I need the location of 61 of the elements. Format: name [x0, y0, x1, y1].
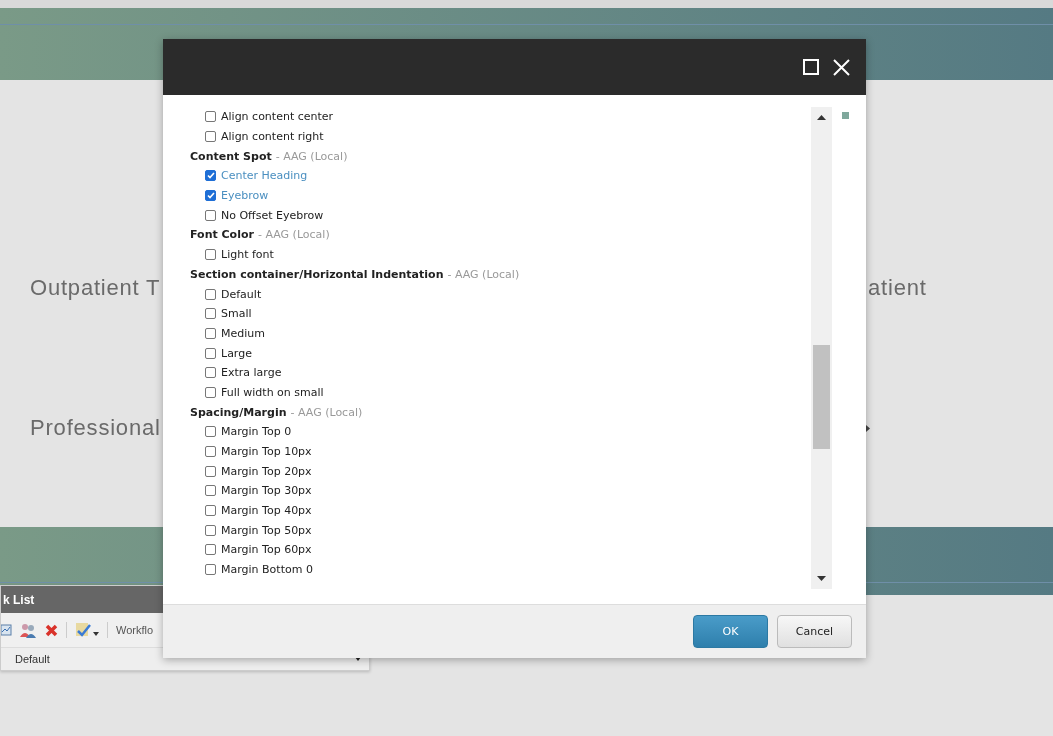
checkbox-label[interactable]: Light font	[221, 248, 274, 262]
checkbox-label[interactable]: No Offset Eyebrow	[221, 208, 324, 222]
checkbox[interactable]	[205, 249, 216, 261]
checkbox[interactable]	[205, 170, 216, 182]
ok-button[interactable]: OK	[693, 615, 768, 648]
maximize-icon[interactable]	[803, 59, 819, 75]
close-icon[interactable]	[833, 58, 850, 76]
users-icon[interactable]	[20, 622, 37, 638]
chart-icon[interactable]	[1, 624, 12, 636]
checkbox-label[interactable]: Margin Top 40px	[221, 504, 312, 518]
group-heading: Font Color - AAG (Local)	[190, 227, 331, 244]
section-heading: Outpatient T	[30, 275, 161, 301]
checkbox-label[interactable]: Eyebrow	[221, 189, 269, 203]
checkbox[interactable]	[205, 308, 216, 320]
checkbox[interactable]	[205, 347, 216, 359]
scrollbar[interactable]	[811, 107, 832, 589]
panel-title: k List	[3, 592, 35, 607]
square-icon	[842, 112, 849, 119]
checkbox-label[interactable]: Margin Top 20px	[221, 464, 312, 478]
checklist-icon[interactable]	[75, 622, 99, 638]
checkbox-label[interactable]: Default	[221, 287, 262, 301]
checkbox[interactable]	[205, 367, 216, 379]
checkbox[interactable]	[205, 465, 216, 477]
checkbox[interactable]	[205, 485, 216, 497]
group-heading: Spacing/Margin - AAG (Local)	[190, 404, 364, 421]
checkbox[interactable]	[205, 524, 216, 536]
checkbox-label[interactable]: Margin Bottom 0	[221, 563, 313, 577]
checkbox[interactable]	[205, 544, 216, 556]
checkbox-label[interactable]: Large	[221, 346, 252, 360]
section-heading: Professional	[30, 415, 161, 441]
checkbox[interactable]	[205, 505, 216, 517]
checkbox[interactable]	[205, 426, 216, 438]
group-heading: Section container/Horizontal Indentation - AAG (Local)	[190, 266, 521, 283]
checkbox-label[interactable]: Align content right	[221, 130, 324, 144]
checkbox-label[interactable]: Margin Top 50px	[221, 523, 312, 537]
checkbox-label[interactable]: Margin Top 30px	[221, 484, 312, 498]
checkbox[interactable]	[205, 386, 216, 398]
checkbox-label[interactable]: Full width on small	[221, 385, 324, 399]
checkbox-label[interactable]: Margin Top 10px	[221, 445, 312, 459]
checkbox[interactable]	[205, 327, 216, 339]
checkbox-label[interactable]: Extra large	[221, 366, 282, 380]
checkbox[interactable]	[205, 131, 216, 143]
checkbox[interactable]	[205, 111, 216, 123]
checkbox[interactable]	[205, 288, 216, 300]
checkbox[interactable]	[205, 446, 216, 458]
group-heading: Content Spot - AAG (Local)	[190, 148, 349, 165]
checkbox[interactable]	[205, 564, 216, 576]
checkbox-label[interactable]: Center Heading	[221, 169, 308, 183]
scroll-up-icon[interactable]	[817, 115, 826, 120]
checkbox-label[interactable]: Margin Top 60px	[221, 543, 312, 557]
checkbox[interactable]	[205, 190, 216, 202]
delete-icon[interactable]	[45, 623, 58, 637]
checkbox-label[interactable]: Small	[221, 307, 252, 321]
checkbox-label[interactable]: Align content center	[221, 110, 334, 124]
scroll-thumb[interactable]	[813, 345, 830, 449]
section-heading: atient	[868, 275, 927, 301]
cancel-button[interactable]: Cancel	[777, 615, 852, 648]
workflow-label[interactable]: Workflo	[116, 624, 154, 636]
checkbox-label[interactable]: Margin Top 0	[221, 425, 292, 439]
checkbox-label[interactable]: Medium	[221, 326, 265, 340]
checkbox[interactable]	[205, 209, 216, 221]
